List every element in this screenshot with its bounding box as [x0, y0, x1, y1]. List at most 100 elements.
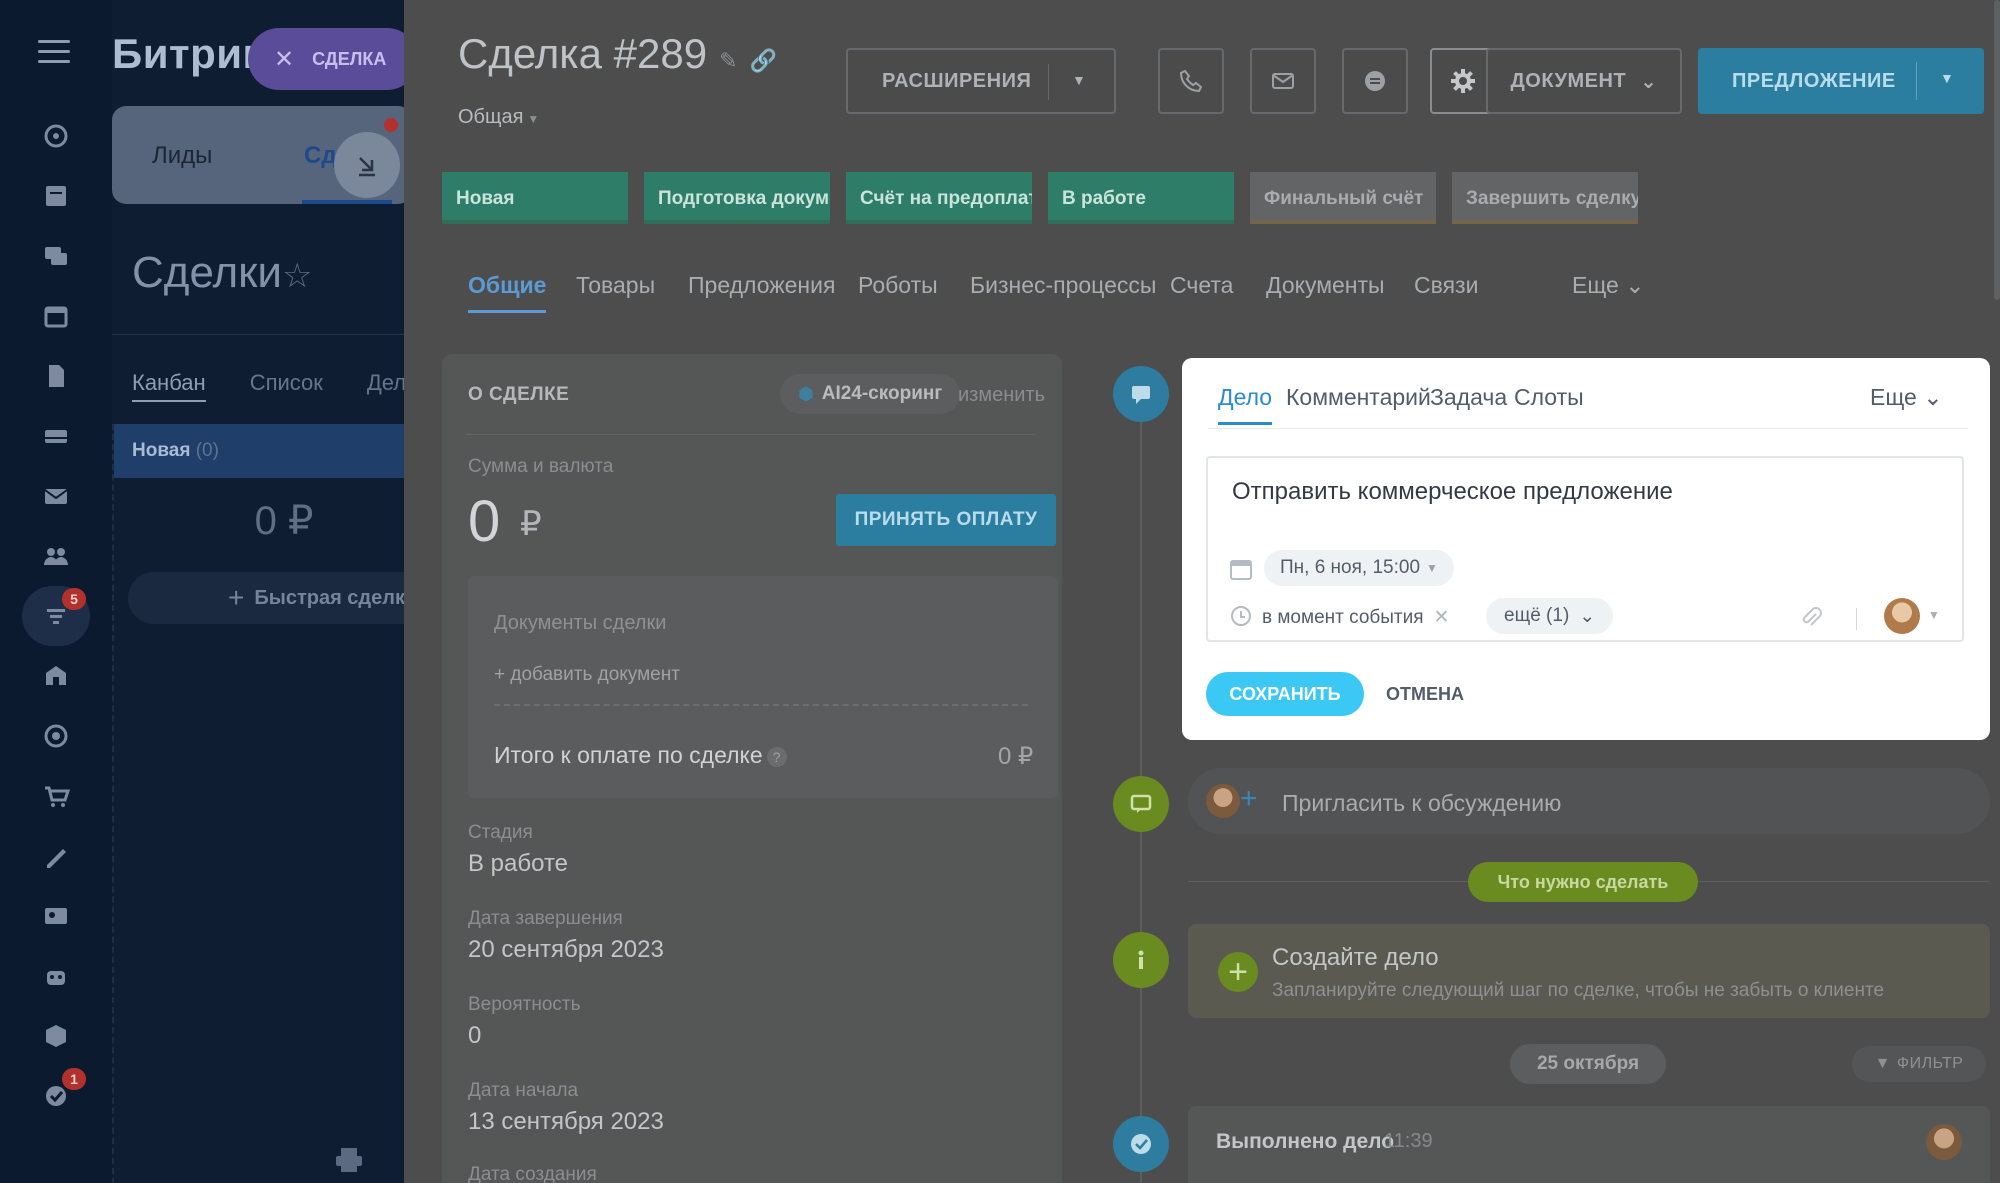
accept-payment-button[interactable]: ПРИНЯТЬ ОПЛАТУ [836, 494, 1056, 546]
view-activities[interactable]: Дела [367, 370, 404, 402]
chevron-down-icon[interactable]: ▼ [1072, 72, 1086, 88]
stage-final-invoice[interactable]: Финальный счёт [1250, 172, 1436, 224]
extensions-button[interactable]: РАСШИРЕНИЯ ▼ [846, 48, 1116, 114]
calendar-icon[interactable] [22, 286, 90, 346]
activity-text[interactable]: Отправить коммерческое предложение [1232, 478, 1673, 506]
quick-add-button[interactable]: + Быстрая сделка [128, 572, 404, 624]
contacts-icon[interactable] [22, 886, 90, 946]
tab-products[interactable]: Товары [576, 272, 655, 299]
view-list[interactable]: Список [250, 370, 323, 402]
filter-button[interactable]: ▼ ФИЛЬТР [1852, 1046, 1986, 1082]
stage-prep-docs[interactable]: Подготовка докумен... [644, 172, 830, 224]
tab-bizproc[interactable]: Бизнес-процессы [970, 272, 1156, 299]
total-label-row: Итого к оплате по сделке? [494, 742, 787, 769]
deadline-value: Пн, 6 ноя, 15:00 [1280, 557, 1421, 578]
tab-offers[interactable]: Предложения [688, 272, 835, 299]
document-button[interactable]: ДОКУМЕНТ ⌄ [1486, 48, 1682, 114]
change-link[interactable]: изменить [958, 384, 1045, 407]
target-icon[interactable] [22, 706, 90, 766]
attachment-icon[interactable] [1800, 606, 1822, 630]
reminder[interactable]: в момент события ✕ [1262, 606, 1449, 629]
feed-icon[interactable] [22, 106, 90, 166]
offer-button[interactable]: ПРЕДЛОЖЕНИЕ ▼ [1698, 48, 1984, 114]
save-button[interactable]: СОХРАНИТЬ [1206, 672, 1364, 716]
drive-icon[interactable] [22, 406, 90, 466]
robot-icon[interactable] [22, 946, 90, 1006]
stage-in-progress[interactable]: В работе [1048, 172, 1234, 224]
add-document-link[interactable]: + добавить документ [494, 664, 680, 686]
ai-scoring-button[interactable]: ⬢ AI24-скоринг [780, 374, 961, 414]
cancel-button[interactable]: ОТМЕНА [1386, 684, 1464, 705]
close-icon[interactable]: ✕ [274, 45, 294, 74]
reminder-label: в момент события [1262, 607, 1424, 628]
sign-icon[interactable] [22, 826, 90, 886]
deal-documents: Документы сделки + добавить документ Ито… [468, 576, 1058, 798]
completed-activity[interactable]: Выполнено дело 11:39 [1188, 1106, 1990, 1183]
page-title: Сделки [132, 248, 282, 297]
remove-reminder-icon[interactable]: ✕ [1434, 607, 1450, 628]
mail-icon[interactable] [22, 466, 90, 526]
tab-slots[interactable]: Слоты [1514, 384, 1584, 411]
deal-category-label: Общая [458, 106, 524, 128]
help-icon[interactable]: ? [766, 746, 787, 767]
tab-general[interactable]: Общие [468, 272, 547, 313]
probability-value[interactable]: 0 [468, 1022, 481, 1050]
about-header: О СДЕЛКЕ [468, 384, 570, 405]
tab-robots[interactable]: Роботы [858, 272, 938, 299]
crm-filter-icon[interactable]: 5 [22, 586, 90, 646]
deal-category[interactable]: Общая ▼ [458, 106, 539, 129]
cart-icon[interactable] [22, 766, 90, 826]
activity-more-menu[interactable]: Еще ⌄ [1870, 384, 1942, 411]
stage-value[interactable]: В работе [468, 850, 568, 878]
collapse-icon[interactable] [334, 132, 400, 198]
phone-button[interactable] [1158, 48, 1224, 114]
start-date-value[interactable]: 13 сентября 2023 [468, 1108, 664, 1136]
deal-title-text[interactable]: Сделка #289 [458, 30, 707, 77]
tasks-icon[interactable] [22, 166, 90, 226]
tab-documents[interactable]: Документы [1266, 272, 1385, 299]
more-reminders-button[interactable]: ещё (1) ⌄ [1486, 598, 1614, 634]
chevron-down-icon: ⌄ [1579, 605, 1596, 627]
box-icon[interactable] [22, 1006, 90, 1066]
chevron-down-icon: ⌄ [1923, 384, 1943, 410]
tab-invoices[interactable]: Счета [1170, 272, 1233, 299]
view-kanban[interactable]: Канбан [132, 370, 206, 402]
edit-icon[interactable]: ✎ [719, 48, 737, 73]
deal-chip[interactable]: ✕ СДЕЛКА [248, 28, 404, 90]
plus-icon[interactable]: + [1240, 782, 1258, 816]
stage-new[interactable]: Новая [442, 172, 628, 224]
tab-activity[interactable]: Дело [1218, 384, 1273, 425]
chat-icon[interactable] [22, 226, 90, 286]
column-header[interactable]: Новая (0) [114, 424, 404, 478]
close-date-value[interactable]: 20 сентября 2023 [468, 936, 664, 964]
printer-icon[interactable] [334, 1146, 364, 1174]
email-button[interactable] [1250, 48, 1316, 114]
deadline-picker[interactable]: Пн, 6 ноя, 15:00 ▼ [1264, 550, 1454, 586]
stage-prepay-invoice[interactable]: Счёт на предоплату [846, 172, 1032, 224]
docs-icon[interactable] [22, 346, 90, 406]
invite-to-discussion[interactable]: + Пригласить к обсуждению [1188, 768, 1990, 834]
link-icon[interactable]: 🔗 [750, 48, 777, 73]
menu-icon[interactable] [38, 40, 70, 64]
plus-icon[interactable]: + [1218, 952, 1258, 992]
group-icon[interactable] [22, 526, 90, 586]
responsible-avatar[interactable] [1884, 598, 1920, 634]
tab-relations[interactable]: Связи [1414, 272, 1478, 299]
openline-button[interactable] [1342, 48, 1408, 114]
activity-input[interactable]: Отправить коммерческое предложение Пн, 6… [1206, 456, 1964, 642]
segment-leads[interactable]: Лиды [152, 142, 212, 170]
stage-close-deal[interactable]: Завершить сделку [1452, 172, 1638, 224]
check-icon[interactable]: 1 [22, 1066, 90, 1126]
scrollbar[interactable] [1994, 0, 2000, 300]
chat-icon [1365, 71, 1385, 91]
created-date-label: Дата создания [468, 1164, 597, 1183]
star-icon[interactable]: ☆ [282, 256, 312, 296]
tab-more[interactable]: Еще ⌄ [1572, 272, 1644, 299]
chevron-down-icon[interactable]: ▼ [1928, 608, 1940, 622]
tab-task[interactable]: Задача [1430, 384, 1507, 411]
create-activity-card[interactable]: + Создайте дело Запланируйте следующий ш… [1188, 924, 1990, 1018]
rail-icons: 5 1 [22, 106, 90, 1126]
tab-comment[interactable]: Комментарий [1286, 384, 1431, 411]
chevron-down-icon[interactable]: ▼ [1940, 70, 1954, 86]
shop-icon[interactable] [22, 646, 90, 706]
